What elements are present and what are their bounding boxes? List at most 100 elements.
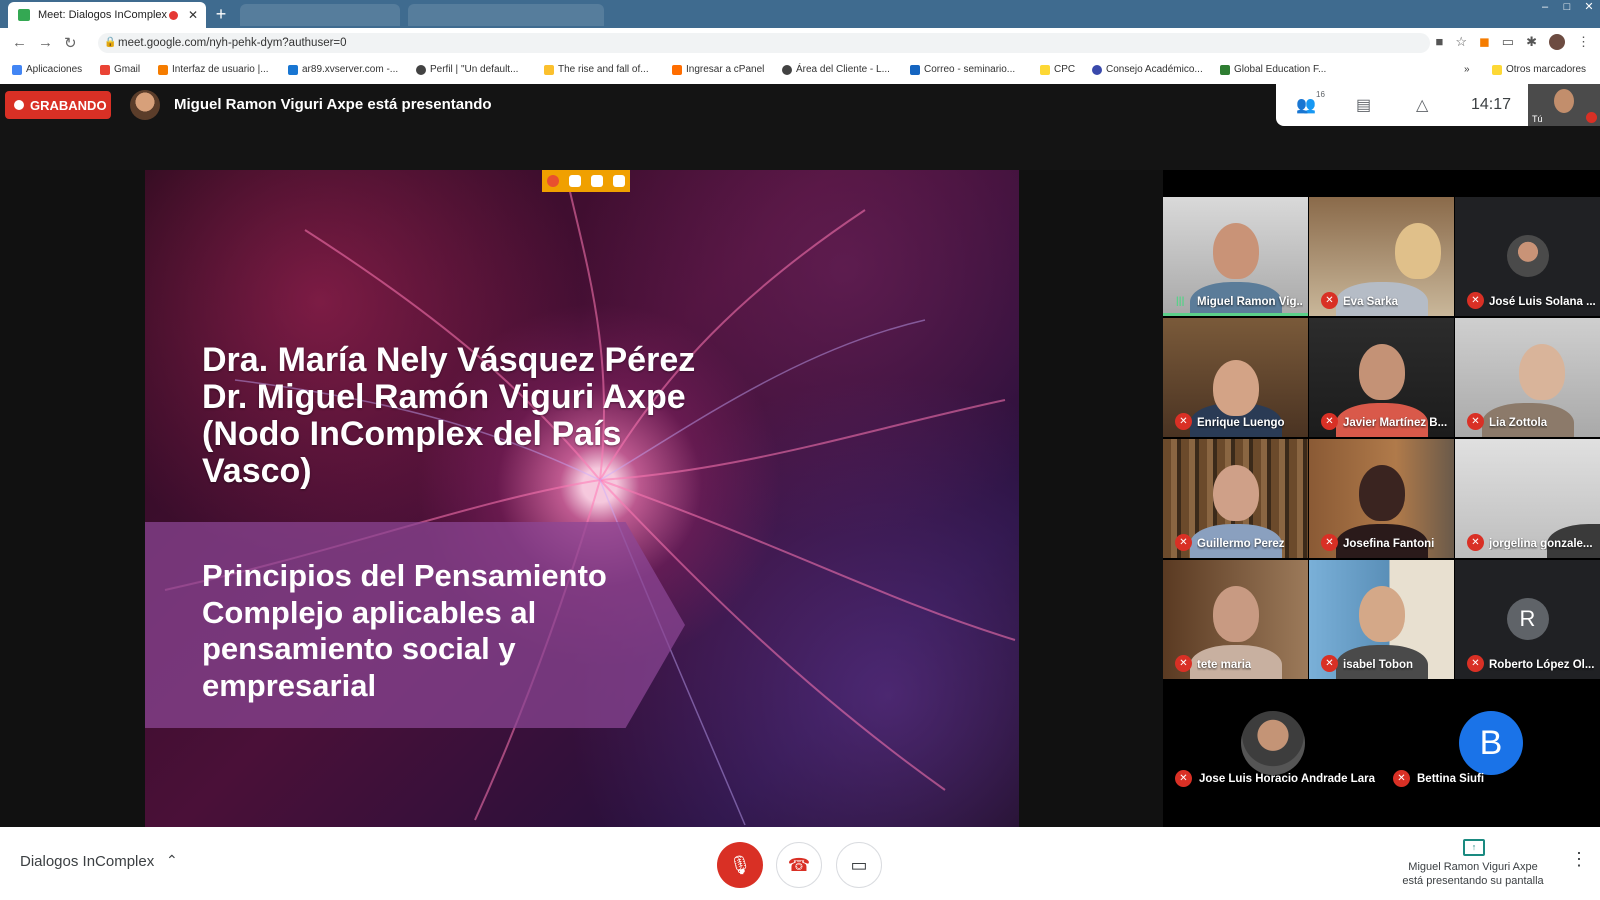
meet-top-right-panel: 👥 16 ▤ △ 14:17 Tú bbox=[1276, 84, 1600, 126]
participant-avatar[interactable]: B bbox=[1459, 711, 1523, 775]
participant-video bbox=[1212, 223, 1259, 280]
browser-tab-meet[interactable]: Meet: Dialogos InComplex ✕ bbox=[8, 2, 206, 28]
bookmark-item[interactable]: CPC bbox=[1040, 64, 1075, 75]
presenter-avatar bbox=[130, 90, 160, 120]
microphone-icon bbox=[591, 175, 603, 187]
participant-tile[interactable]: ✕ José Luis Solana ... bbox=[1455, 197, 1600, 316]
mic-off-icon: ✕ bbox=[1467, 534, 1484, 551]
other-bookmarks[interactable]: Otros marcadores bbox=[1492, 64, 1586, 75]
menu-kebab-icon[interactable]: ⋮ bbox=[1577, 34, 1590, 50]
participant-name: Eva Sarka bbox=[1343, 296, 1398, 308]
reload-icon[interactable]: ↻ bbox=[64, 34, 77, 52]
window-controls: – □ ✕ bbox=[1534, 0, 1600, 14]
participant-name: José Luis Solana ... bbox=[1489, 296, 1595, 308]
participant-video bbox=[1358, 586, 1405, 643]
microphone-toggle-button[interactable]: 🎙 bbox=[717, 842, 763, 888]
presenting-status-line: está presentando su pantalla bbox=[1402, 875, 1544, 887]
more-options-icon[interactable]: ⋮ bbox=[1570, 849, 1588, 870]
slide-title-line: Dr. Miguel Ramón Viguri Axpe bbox=[202, 378, 686, 416]
bookmark-item[interactable]: Ingresar a cPanel bbox=[672, 64, 764, 75]
participant-avatar[interactable] bbox=[1241, 711, 1305, 775]
bookmark-item[interactable]: Interfaz de usuario |... bbox=[158, 64, 269, 75]
bookmarks-overflow-button[interactable]: » bbox=[1464, 64, 1470, 75]
bookmark-item[interactable]: Correo - seminario... bbox=[910, 64, 1015, 75]
participant-tile[interactable]: ✕ jorgelina gonzale... bbox=[1455, 439, 1600, 558]
slide-subtitle: Principios del Pensamiento Complejo apli… bbox=[202, 558, 672, 704]
background-tab[interactable] bbox=[408, 4, 604, 26]
mic-off-icon: ✕ bbox=[1321, 534, 1338, 551]
camera-icon[interactable]: ■ bbox=[1435, 34, 1443, 50]
background-tab[interactable] bbox=[240, 4, 400, 26]
mic-off-icon: ✕ bbox=[1321, 292, 1338, 309]
participant-name: Miguel Ramon Vig... bbox=[1197, 296, 1303, 308]
bookmark-item[interactable]: Gmail bbox=[100, 64, 140, 75]
participant-tile[interactable]: ✕ Javier Martínez B... bbox=[1309, 318, 1454, 437]
bookmark-item[interactable]: Perfil | "Un default... bbox=[416, 64, 518, 75]
participant-tile[interactable]: ✕ Eva Sarka bbox=[1309, 197, 1454, 316]
people-icon[interactable]: 👥 bbox=[1296, 95, 1316, 115]
participant-avatar: R bbox=[1506, 598, 1549, 640]
puzzle-icon[interactable]: ✱ bbox=[1526, 34, 1537, 50]
star-icon[interactable]: ☆ bbox=[1455, 34, 1467, 50]
recording-badge[interactable]: GRABANDO bbox=[5, 91, 111, 119]
participant-tile[interactable]: ✕ Lia Zottola bbox=[1455, 318, 1600, 437]
close-window-icon[interactable]: ✕ bbox=[1578, 0, 1600, 14]
participant-tile[interactable]: ✕ Josefina Fantoni bbox=[1309, 439, 1454, 558]
participant-tile[interactable]: ✕ isabel Tobon bbox=[1309, 560, 1454, 679]
activities-icon[interactable]: △ bbox=[1416, 95, 1428, 115]
gmail-icon bbox=[100, 64, 110, 75]
ft-icon bbox=[544, 64, 554, 75]
bookmark-item[interactable]: Consejo Académico... bbox=[1092, 64, 1203, 75]
browser-tab-strip: Meet: Dialogos InComplex ✕ + – □ ✕ bbox=[0, 0, 1600, 28]
present-screen-icon[interactable]: ↑ bbox=[1463, 839, 1485, 856]
chevron-up-icon[interactable]: ⌃ bbox=[166, 852, 178, 869]
presentation-stage: Dra. María Nely Vásquez Pérez Dr. Miguel… bbox=[0, 170, 1163, 827]
forward-icon[interactable]: → bbox=[38, 34, 53, 51]
back-icon[interactable]: ← bbox=[12, 34, 27, 51]
participant-avatar bbox=[1506, 235, 1549, 277]
close-tab-icon[interactable]: ✕ bbox=[188, 8, 198, 22]
mic-off-icon bbox=[1586, 112, 1597, 123]
participant-video bbox=[1212, 465, 1259, 522]
extension-icon[interactable]: ▭ bbox=[1502, 34, 1514, 50]
cpanel-icon bbox=[672, 64, 682, 75]
mic-off-icon: ✕ bbox=[1175, 770, 1192, 787]
slide-title-line: Dra. María Nely Vásquez Pérez bbox=[202, 341, 696, 379]
self-view-tile[interactable]: Tú bbox=[1528, 84, 1600, 126]
slide-title: Dra. María Nely Vásquez Pérez Dr. Miguel… bbox=[202, 342, 762, 490]
participant-name: Enrique Luengo bbox=[1197, 417, 1285, 429]
bookmark-item[interactable]: ar89.xvserver.com -... bbox=[288, 64, 398, 75]
hang-up-icon: ☎ bbox=[787, 855, 811, 875]
profile-avatar[interactable] bbox=[1549, 34, 1565, 50]
bookmark-item[interactable]: The rise and fall of... bbox=[544, 64, 649, 75]
minimize-icon[interactable]: – bbox=[1534, 0, 1556, 14]
meeting-details-button[interactable]: Dialogos InComplex bbox=[20, 853, 154, 870]
camera-icon: ▭ bbox=[850, 855, 868, 875]
mic-off-icon: ✕ bbox=[1467, 655, 1484, 672]
camera-toggle-button[interactable]: ▭ bbox=[836, 842, 882, 888]
bookmark-item[interactable]: Global Education F... bbox=[1220, 64, 1326, 75]
participant-tile[interactable]: R ✕ Roberto López Ol... bbox=[1455, 560, 1600, 679]
participant-name: Bettina Siufi bbox=[1417, 773, 1485, 785]
mic-off-icon: ✕ bbox=[1467, 292, 1484, 309]
participant-name: Guillermo Perez bbox=[1197, 538, 1285, 550]
participant-tile[interactable]: ||| Miguel Ramon Vig... bbox=[1163, 197, 1308, 316]
participant-tile[interactable]: ✕ Enrique Luengo bbox=[1163, 318, 1308, 437]
bookmark-item[interactable]: Área del Cliente - L... bbox=[782, 64, 890, 75]
url-field[interactable]: 🔒 meet.google.com/nyh-pehk-dym?authuser=… bbox=[98, 33, 1430, 53]
presenting-status: Miguel Ramon Viguri Axpe está presentand… bbox=[1390, 860, 1556, 888]
record-dot-icon bbox=[14, 100, 24, 110]
leave-call-button[interactable]: ☎ bbox=[776, 842, 822, 888]
participant-name: Josefina Fantoni bbox=[1343, 538, 1435, 550]
new-tab-button[interactable]: + bbox=[210, 4, 232, 26]
participant-video bbox=[1212, 359, 1259, 416]
bookmark-item[interactable]: Aplicaciones bbox=[12, 64, 82, 75]
chat-icon[interactable]: ▤ bbox=[1356, 95, 1371, 115]
participant-tile[interactable]: ✕ Guillermo Perez bbox=[1163, 439, 1308, 558]
screen-share-toolbar bbox=[542, 170, 630, 192]
participant-video bbox=[1212, 586, 1259, 643]
maximize-icon[interactable]: □ bbox=[1556, 0, 1578, 14]
bookmarks-bar: Aplicaciones Gmail Interfaz de usuario |… bbox=[0, 58, 1600, 85]
participant-tile[interactable]: ✕ tete maria bbox=[1163, 560, 1308, 679]
rss-icon[interactable]: ◼ bbox=[1479, 34, 1490, 50]
